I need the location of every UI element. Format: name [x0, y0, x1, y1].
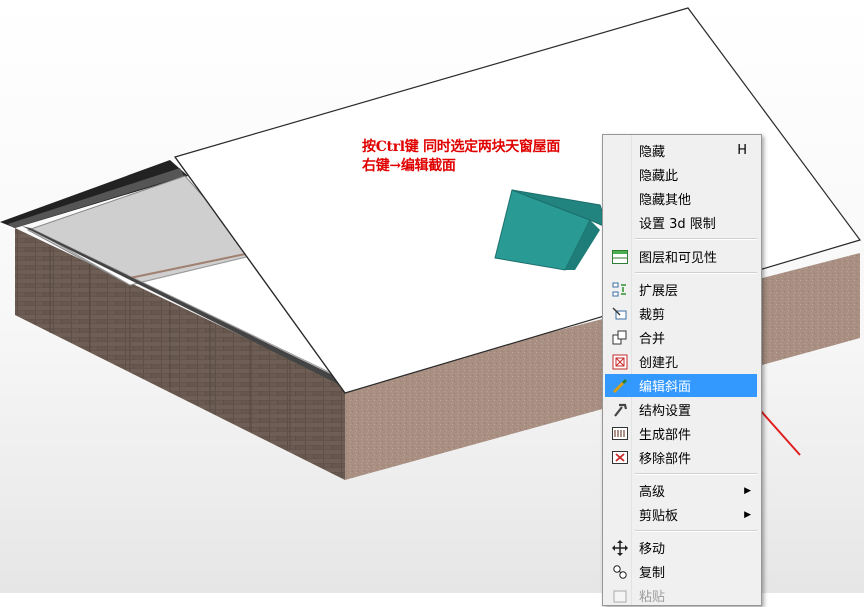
trim-icon [609, 303, 631, 325]
menu-item-edit-slope[interactable]: 编辑斜面 [605, 374, 757, 397]
menu-item-merge[interactable]: 合并 [605, 326, 757, 349]
menu-item-paste[interactable]: 粘贴 [605, 584, 757, 607]
menu-item-label: 裁剪 [639, 308, 666, 323]
menu-item-label: 高级 [639, 485, 666, 500]
create-hole-icon [609, 351, 631, 373]
menu-item-structure-settings[interactable]: 结构设置 [605, 398, 757, 421]
menu-item-layers-visibility[interactable]: 图层和可见性 [605, 245, 757, 268]
menu-item-move[interactable]: 移动 [605, 536, 757, 559]
menu-item-label: 创建孔 [639, 356, 679, 371]
submenu-arrow-icon: ▶ [744, 509, 751, 520]
menu-item-advanced[interactable]: 高级 ▶ [605, 479, 757, 502]
menu-separator [635, 530, 757, 532]
menu-item-copy[interactable]: 复制 [605, 560, 757, 583]
menu-item-label: 隐藏 [639, 145, 666, 160]
context-menu: 隐藏 H 隐藏此 隐藏其他 设置 3d 限制 图层和可见性 扩展层 裁剪 合并 … [602, 134, 762, 606]
move-icon [609, 537, 631, 559]
menu-item-label: 剪贴板 [639, 509, 679, 524]
menu-separator [635, 238, 757, 240]
menu-item-set-3d-limit[interactable]: 设置 3d 限制 [605, 211, 757, 234]
instruction-annotation: 按Ctrl键 同时选定两块天窗屋面 右键→编辑截面 [362, 138, 560, 176]
menu-item-label: 粘贴 [639, 590, 666, 605]
menu-item-label: 结构设置 [639, 404, 692, 419]
layers-icon [609, 246, 631, 268]
menu-item-remove-component[interactable]: 移除部件 [605, 446, 757, 469]
menu-item-trim[interactable]: 裁剪 [605, 302, 757, 325]
menu-item-label: 扩展层 [639, 284, 679, 299]
menu-item-extend-layer[interactable]: 扩展层 [605, 278, 757, 301]
extend-layer-icon [609, 279, 631, 301]
merge-icon [609, 327, 631, 349]
submenu-arrow-icon: ▶ [744, 485, 751, 496]
menu-separator [635, 473, 757, 475]
menu-item-shortcut: H [737, 143, 747, 158]
menu-item-hide[interactable]: 隐藏 H [605, 139, 757, 162]
menu-item-label: 生成部件 [639, 428, 692, 443]
menu-item-label: 合并 [639, 332, 666, 347]
instruction-line-1: 按Ctrl键 同时选定两块天窗屋面 [362, 139, 561, 155]
instruction-line-2: 右键→编辑截面 [362, 158, 456, 174]
menu-item-label: 移动 [639, 542, 666, 557]
menu-item-label: 复制 [639, 566, 666, 581]
menu-item-label: 隐藏此 [639, 169, 679, 184]
structure-settings-icon [609, 399, 631, 421]
menu-item-label: 设置 3d 限制 [639, 217, 716, 232]
create-component-icon [609, 423, 631, 445]
edit-slope-icon [609, 375, 631, 397]
menu-item-label: 移除部件 [639, 452, 692, 467]
copy-icon [609, 561, 631, 583]
menu-separator [635, 272, 757, 274]
menu-item-label: 图层和可见性 [639, 251, 718, 266]
paste-icon [609, 585, 631, 607]
menu-item-clipboard[interactable]: 剪贴板 ▶ [605, 503, 757, 526]
menu-item-hide-this[interactable]: 隐藏此 [605, 163, 757, 186]
menu-item-create-hole[interactable]: 创建孔 [605, 350, 757, 373]
menu-item-label: 编辑斜面 [639, 380, 692, 395]
menu-item-label: 隐藏其他 [639, 193, 692, 208]
menu-item-hide-others[interactable]: 隐藏其他 [605, 187, 757, 210]
menu-item-create-component[interactable]: 生成部件 [605, 422, 757, 445]
remove-component-icon [609, 447, 631, 469]
